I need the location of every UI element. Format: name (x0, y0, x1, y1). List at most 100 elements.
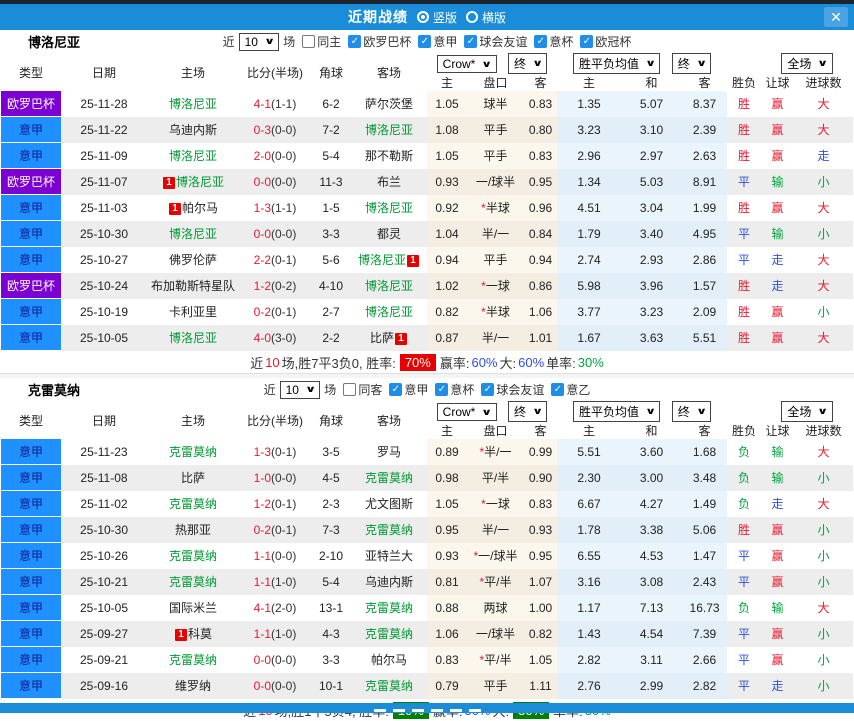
score-cell: 4-0(3-0) (239, 325, 311, 351)
same-venue-checkbox[interactable] (302, 35, 316, 48)
odds-final-select[interactable]: 终 ∨ (508, 401, 548, 422)
match-row: 欧罗巴杯 25-10-24 布加勒斯特星队 1-2(0-2) 4-10 博洛尼亚 1.02 *… (1, 272, 854, 299)
outcome-result-cell: 负 (738, 601, 751, 615)
scope-select[interactable]: 全场 ∨ (781, 401, 833, 422)
halftime-score: (1-0) (271, 574, 297, 589)
outcome-result-cell: 胜 (738, 149, 751, 163)
close-icon[interactable]: ✕ (824, 7, 848, 27)
score-cell: 0-0(0-0) (239, 647, 311, 673)
corner-cell: 4-5 (322, 470, 340, 485)
outcome-result-cell: 胜 (738, 331, 751, 345)
halftime-score: (3-0) (271, 330, 297, 345)
team-name-text: 克雷莫纳 (168, 549, 217, 563)
match-type-cell: 意甲 (1, 646, 61, 673)
chevron-down-icon: ∨ (817, 58, 829, 68)
halftime-score: (0-0) (271, 678, 297, 693)
halftime-score: (1-1) (271, 96, 297, 111)
avg-draw-cell: 3.11 (621, 646, 683, 673)
match-count-select[interactable]: 10 ∨ (238, 32, 280, 51)
league-checkbox[interactable]: ✓ (435, 383, 449, 396)
avg-final-select[interactable]: 终 ∨ (671, 401, 712, 422)
league-checkbox[interactable]: ✓ (464, 35, 478, 48)
odds-home-cell: 0.81 (427, 568, 467, 595)
radio-horizontal-label[interactable]: 横版 (482, 9, 506, 26)
home-team-cell: 博洛尼亚 (147, 325, 239, 351)
odds-home-cell: 1.02 (427, 272, 467, 299)
fulltime-score: 4-1 (253, 96, 271, 111)
league-checkbox[interactable]: ✓ (481, 383, 495, 396)
radio-vertical-icon[interactable] (416, 11, 429, 23)
team-name-text: 那不勒斯 (364, 149, 413, 163)
handicap-result-cell: 走 (771, 253, 784, 267)
corner-cell: 6-2 (322, 96, 340, 111)
avg-final-select[interactable]: 终 ∨ (671, 53, 712, 74)
sub-header-handicap: 盘口 (483, 76, 508, 90)
match-row: 意甲 25-11-08 比萨 1-0(0-0) 4-5 克雷莫纳 0.98 平/半 0.90 2.… (1, 464, 854, 491)
outcome-result-cell: 平 (738, 653, 751, 667)
odds-home-cell: 0.94 (427, 246, 467, 273)
odds-home-cell: 1.04 (427, 220, 467, 247)
chevron-down-icon: ∨ (645, 58, 657, 68)
goals-result-cell: 小 (817, 679, 830, 693)
odds-source-select[interactable]: Crow* ∨ (436, 403, 497, 421)
league-filter-label: 意甲 (404, 383, 429, 397)
avg-away-cell: 16.73 (682, 594, 728, 621)
team-name-text: 博洛尼亚 (168, 149, 217, 163)
avg-away-cell: 8.91 (682, 168, 728, 195)
handicap-cell: 一/球半 (467, 168, 524, 195)
team-name-text: 罗马 (376, 445, 401, 460)
radio-vertical-label[interactable]: 竖版 (433, 9, 457, 26)
avg-away-cell: 2.82 (682, 672, 728, 699)
corner-cell: 5-4 (322, 148, 340, 163)
handicap-text: 平/半 (484, 575, 512, 589)
match-type-cell: 意甲 (1, 324, 61, 351)
odds-away-cell: 0.83 (524, 490, 558, 517)
handicap-result-cell: 赢 (771, 201, 784, 215)
odds-home-cell: 0.98 (427, 464, 467, 491)
handicap-result-cell: 输 (771, 175, 784, 189)
avg-source-select[interactable]: 胜平负均值 ∨ (573, 53, 661, 74)
league-checkbox[interactable]: ✓ (551, 383, 565, 396)
avg-away-cell: 2.43 (682, 568, 728, 595)
odds-home-cell: 1.06 (427, 620, 467, 647)
match-row: 意甲 25-09-16 维罗纳 0-0(0-0) 10-1 克雷莫纳 0.79 平手 1.11 2… (1, 672, 854, 699)
radio-horizontal-icon[interactable] (466, 11, 478, 23)
match-count-select[interactable]: 10 ∨ (279, 380, 321, 399)
team-name-text: 博洛尼亚 (168, 97, 217, 112)
same-venue-checkbox[interactable] (343, 383, 357, 396)
odds-away-cell: 1.11 (524, 672, 558, 699)
handicap-text: 一/球半 (475, 627, 516, 641)
date-cell: 25-10-24 (79, 278, 129, 293)
corner-cell: 13-1 (318, 600, 344, 615)
handicap-result-cell: 赢 (771, 97, 784, 112)
odds-final-select[interactable]: 终 ∨ (508, 53, 548, 74)
handicap-cell: *一球 (467, 490, 524, 517)
avg-home-cell: 2.30 (557, 464, 622, 491)
games-label: 场 (324, 383, 337, 397)
score-cell: 0-0(0-0) (239, 673, 311, 699)
match-type-cell: 意甲 (1, 194, 61, 221)
league-checkbox[interactable]: ✓ (580, 35, 594, 48)
home-team-cell: 维罗纳 (147, 673, 239, 699)
avg-draw-cell: 5.07 (621, 91, 683, 117)
league-checkbox[interactable]: ✓ (418, 35, 432, 48)
dialog-title: 近期战绩 (347, 9, 408, 25)
red-card-badge: 1 (407, 255, 419, 267)
league-checkbox[interactable]: ✓ (348, 35, 362, 48)
avg-away-cell: 1.99 (682, 194, 728, 221)
odds-source-select[interactable]: Crow* ∨ (436, 55, 497, 73)
league-checkbox[interactable]: ✓ (534, 35, 548, 48)
goals-result-cell: 小 (817, 227, 830, 241)
date-cell: 25-10-05 (79, 330, 129, 345)
league-filter-label: 球会友谊 (479, 35, 528, 49)
avg-source-select[interactable]: 胜平负均值 ∨ (573, 401, 661, 422)
summary-segment: 赢率: (439, 355, 470, 371)
home-team-cell: 布加勒斯特星队 (147, 273, 239, 299)
team-name-text: 博洛尼亚 (168, 331, 217, 345)
handicap-text: 一/球半 (478, 549, 518, 563)
handicap-result-cell: 走 (771, 679, 784, 693)
handicap-text: 半球 (485, 201, 510, 215)
league-checkbox[interactable]: ✓ (389, 383, 403, 396)
scope-select[interactable]: 全场 ∨ (781, 53, 833, 74)
odds-away-cell: 0.83 (524, 91, 558, 117)
